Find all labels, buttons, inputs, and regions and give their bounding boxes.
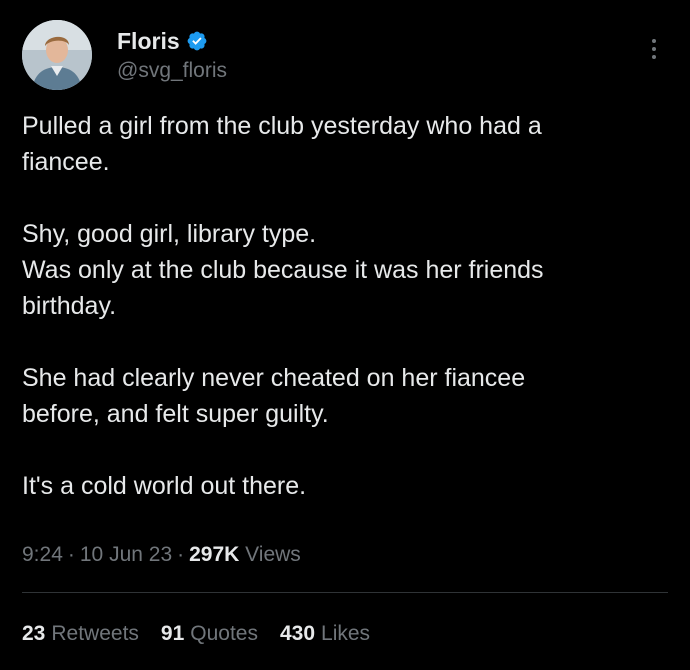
verified-badge-icon [186,30,208,52]
likes-count: 430 [279,622,316,645]
tweet-line: birthday. [22,292,117,320]
quotes-count: 91 [160,622,185,645]
views-count[interactable]: 297K [189,543,239,566]
tweet-line: Shy, good girl, library type. [22,220,317,248]
retweets-stat[interactable]: 23 Retweets [22,620,139,648]
tweet-text: Pulled a girl from the club yesterday wh… [22,108,662,504]
avatar[interactable] [22,20,92,90]
tweet-paragraph: It's a cold world out there. [22,468,662,504]
meta-separator: · [67,543,75,566]
tweet-paragraph: Shy, good girl, library type. Was only a… [22,216,662,324]
tweet-meta: 9:24 · 10 Jun 23 · 297K Views [22,541,301,569]
retweets-count: 23 [22,622,46,645]
meta-separator: · [177,543,185,566]
tweet-header: Floris @svg_floris [22,20,668,92]
tweet-line: She had clearly never cheated on her fia… [22,364,526,392]
tweet-date[interactable]: 10 Jun 23 [80,543,172,566]
quotes-label: Quotes [190,622,258,645]
author-name[interactable]: Floris [117,28,180,54]
likes-label: Likes [321,622,371,645]
quotes-stat[interactable]: 91 Quotes [161,620,258,648]
tweet-paragraph: Pulled a girl from the club yesterday wh… [22,108,662,180]
tweet-line: Pulled a girl from the club yesterday wh… [22,112,542,140]
tweet-card: Floris @svg_floris Pulled a girl from th… [0,0,690,670]
engagement-stats: 23 Retweets 91 Quotes 430 Likes [22,620,392,648]
tweet-line: It's a cold world out there. [22,472,307,500]
views-label: Views [245,543,301,566]
more-options-icon[interactable] [644,36,664,64]
likes-stat[interactable]: 430 Likes [280,620,370,648]
avatar-image [22,20,92,90]
tweet-line: Was only at the club because it was her … [22,256,544,284]
tweet-line: before, and felt super guilty. [22,400,329,428]
retweets-label: Retweets [51,622,139,645]
tweet-paragraph: She had clearly never cheated on her fia… [22,360,662,432]
author-name-row: Floris [117,28,208,54]
author-handle[interactable]: @svg_floris [117,58,227,84]
tweet-line: fiancee. [22,148,110,176]
divider [22,592,668,593]
tweet-time[interactable]: 9:24 [22,543,63,566]
